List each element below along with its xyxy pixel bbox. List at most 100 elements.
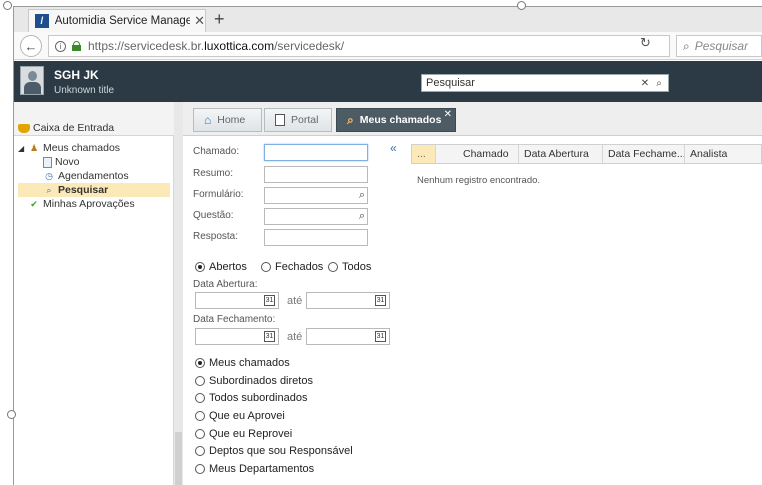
- column-header-chamado[interactable]: Chamado: [436, 145, 519, 163]
- chamado-input[interactable]: [264, 144, 368, 161]
- info-icon[interactable]: i: [55, 40, 66, 52]
- resize-handle[interactable]: [7, 410, 16, 419]
- tab-label: Meus chamados: [359, 114, 442, 126]
- date-open-from-input[interactable]: 31: [195, 292, 279, 309]
- formulario-input[interactable]: ⌕: [264, 187, 368, 204]
- sidebar-item-pesquisar[interactable]: ⌕ Pesquisar: [18, 183, 170, 197]
- date-close-to-input[interactable]: 31: [306, 328, 390, 345]
- radio-meus-chamados[interactable]: Meus chamados: [195, 357, 290, 369]
- sidebar-item-novo[interactable]: Novo: [18, 155, 170, 169]
- ate-label: até: [287, 295, 303, 307]
- radio-button[interactable]: [195, 411, 205, 421]
- radio-button[interactable]: [195, 262, 205, 272]
- user-icon: ♟: [29, 142, 39, 153]
- radio-subordinados-diretos[interactable]: Subordinados diretos: [195, 375, 313, 387]
- radio-todos[interactable]: Todos: [328, 261, 371, 273]
- radio-label: Meus Departamentos: [209, 463, 315, 475]
- document-icon: [43, 156, 52, 168]
- browser-search-input[interactable]: ⌕ Pesquisar: [676, 35, 762, 57]
- calendar-icon[interactable]: 31: [264, 295, 275, 306]
- address-bar[interactable]: i https://servicedesk.br.luxottica.com/s…: [48, 35, 670, 57]
- date-close-label: Data Fechamento:: [193, 314, 276, 325]
- browser-tab-title: Automidia Service Managem: [54, 15, 191, 27]
- sidebar-item-label: Minhas Aprovações: [43, 198, 135, 210]
- calendar-icon[interactable]: 31: [264, 331, 275, 342]
- sidebar-item-label: Pesquisar: [58, 184, 109, 196]
- sidebar: Caixa de Entrada ◢ ♟ Meus chamados Novo …: [14, 102, 174, 485]
- reload-icon[interactable]: ↻: [640, 35, 651, 51]
- date-open-to-input[interactable]: 31: [306, 292, 390, 309]
- lookup-search-icon[interactable]: ⌕: [359, 189, 365, 202]
- radio-button[interactable]: [195, 464, 205, 474]
- radio-fechados[interactable]: Fechados: [261, 261, 323, 273]
- radio-button[interactable]: [328, 262, 338, 272]
- date-close-from-input[interactable]: 31: [195, 328, 279, 345]
- radio-label: Abertos: [209, 261, 247, 273]
- sidebar-item-label: Caixa de Entrada: [33, 122, 115, 134]
- column-header-data-fechamento[interactable]: Data Fechame...: [603, 145, 685, 163]
- resize-handle[interactable]: [3, 1, 12, 10]
- avatar[interactable]: [20, 66, 44, 95]
- sidebar-item-meus-chamados[interactable]: ◢ ♟ Meus chamados: [18, 141, 170, 155]
- user-name: SGH JK: [54, 68, 99, 82]
- tab-label: Portal: [291, 114, 319, 126]
- radio-button[interactable]: [195, 393, 205, 403]
- clear-search-icon[interactable]: ✕: [639, 76, 651, 90]
- sidebar-tree: ◢ ♟ Meus chamados Novo ◷ Agendamentos ⌕ …: [18, 141, 170, 211]
- clock-icon: ◷: [45, 170, 53, 181]
- radio-todos-subordinados[interactable]: Todos subordinados: [195, 392, 307, 404]
- lookup-search-icon[interactable]: ⌕: [359, 210, 365, 223]
- resposta-input[interactable]: [264, 229, 368, 246]
- column-header-data-abertura[interactable]: Data Abertura: [519, 145, 603, 163]
- questao-input[interactable]: ⌕: [264, 208, 368, 225]
- calendar-icon[interactable]: 31: [375, 295, 386, 306]
- column-menu-header[interactable]: ...: [412, 145, 436, 163]
- filter-form: Chamado: Resumo: Formulário: ⌕ Questão: …: [193, 138, 408, 483]
- splitter-handle[interactable]: [175, 432, 182, 485]
- automidia-favicon-icon: /: [35, 14, 49, 28]
- sidebar-item-label: Meus chamados: [43, 142, 121, 154]
- tab-meus-chamados[interactable]: ⌕ Meus chamados ✕: [336, 108, 456, 132]
- browser-navbar: ← i https://servicedesk.br.luxottica.com…: [14, 32, 762, 60]
- calendar-icon[interactable]: 31: [375, 331, 386, 342]
- sidebar-item-agendamentos[interactable]: ◷ Agendamentos: [18, 169, 170, 183]
- check-icon: ✔: [30, 198, 38, 209]
- close-tab-icon[interactable]: ✕: [194, 13, 205, 29]
- tab-home[interactable]: ⌂ Home: [193, 108, 262, 132]
- radio-button[interactable]: [195, 376, 205, 386]
- close-tab-icon[interactable]: ✕: [444, 109, 452, 120]
- radio-button[interactable]: [195, 429, 205, 439]
- browser-tabstrip: / Automidia Service Managem ✕ +: [14, 7, 762, 32]
- radio-deptos-responsavel[interactable]: Deptos que sou Responsável: [195, 445, 353, 457]
- browser-tab[interactable]: / Automidia Service Managem ✕: [28, 9, 206, 32]
- inbox-icon: [18, 123, 30, 133]
- radio-que-eu-aprovei[interactable]: Que eu Aprovei: [195, 410, 285, 422]
- lock-icon: [72, 41, 81, 51]
- new-tab-button[interactable]: +: [214, 9, 225, 30]
- radio-button[interactable]: [261, 262, 271, 272]
- resumo-input[interactable]: [264, 166, 368, 183]
- radio-button[interactable]: [195, 446, 205, 456]
- tab-portal[interactable]: Portal: [264, 108, 332, 132]
- date-open-label: Data Abertura:: [193, 279, 258, 290]
- back-button[interactable]: ←: [20, 35, 42, 57]
- results-grid: ... Chamado Data Abertura Data Fechame..…: [411, 144, 762, 485]
- search-icon: ⌕: [683, 38, 690, 53]
- search-icon[interactable]: ⌕: [653, 76, 665, 90]
- radio-que-eu-reprovei[interactable]: Que eu Reprovei: [195, 428, 292, 440]
- sidebar-item-minhas-aprovacoes[interactable]: ✔ Minhas Aprovações: [18, 197, 170, 211]
- radio-button[interactable]: [195, 358, 205, 368]
- resize-handle[interactable]: [517, 1, 526, 10]
- radio-meus-departamentos[interactable]: Meus Departamentos: [195, 463, 314, 475]
- expand-triangle-icon[interactable]: ◢: [18, 144, 28, 153]
- url-text: https://servicedesk.br.luxottica.com/ser…: [88, 39, 345, 53]
- header-search-input[interactable]: Pesquisar ✕ ⌕: [421, 74, 669, 92]
- sidebar-splitter[interactable]: [174, 102, 183, 485]
- sidebar-item-caixa-de-entrada[interactable]: Caixa de Entrada: [18, 122, 114, 134]
- column-header-analista[interactable]: Analista: [685, 145, 761, 163]
- field-label-formulario: Formulário:: [193, 189, 244, 200]
- radio-abertos[interactable]: Abertos: [195, 261, 247, 273]
- radio-label: Deptos que sou Responsável: [209, 445, 353, 457]
- radio-label: Fechados: [275, 261, 324, 273]
- empty-grid-message: Nenhum registro encontrado.: [417, 175, 541, 186]
